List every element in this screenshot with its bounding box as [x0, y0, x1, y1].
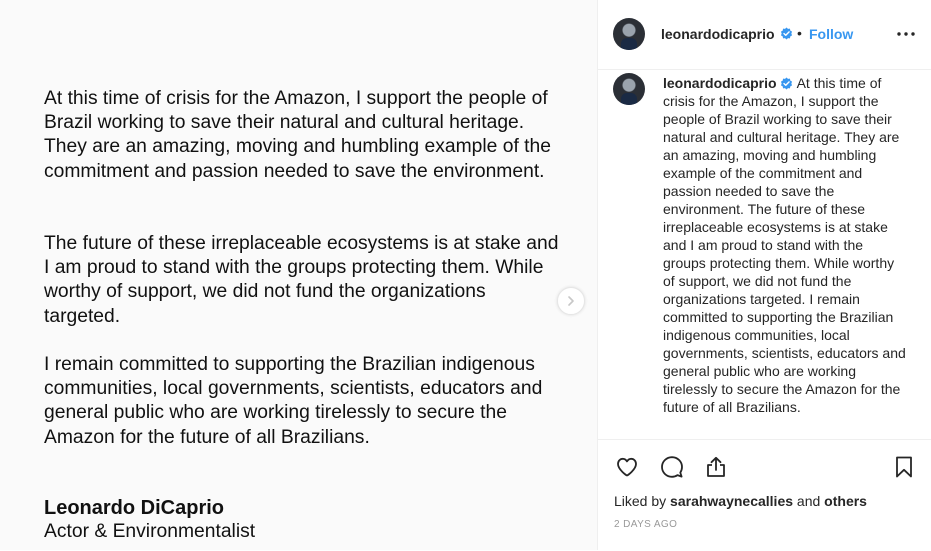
caption-text: At this time of crisis for the Amazon, I… — [663, 75, 906, 415]
post-sidebar: leonardodicaprio • Follow leonardodicapr… — [597, 0, 931, 550]
follow-button[interactable]: Follow — [809, 26, 853, 42]
post-timestamp[interactable]: 2 DAYS AGO — [614, 519, 677, 530]
signature-name: Leonardo DiCaprio — [44, 497, 225, 519]
caption-username[interactable]: leonardodicaprio — [663, 75, 777, 91]
verified-badge-icon — [780, 27, 793, 40]
caption-avatar[interactable] — [613, 73, 645, 105]
chevron-right-icon — [568, 296, 574, 306]
comment-icon[interactable] — [660, 455, 684, 479]
bookmark-icon[interactable] — [892, 455, 916, 479]
post-image: At this time of crisis for the Amazon, I… — [0, 0, 597, 550]
likes-summary: Liked by sarahwaynecallies and others — [614, 493, 867, 509]
caption: leonardodicaprio At this time of crisis … — [663, 74, 907, 416]
signature-title: Actor & Environmentalist — [44, 521, 256, 542]
heart-icon[interactable] — [615, 455, 639, 479]
ellipsis-icon[interactable] — [896, 26, 916, 42]
separator-dot: • — [797, 25, 802, 41]
liked-by-user[interactable]: sarahwaynecallies — [670, 493, 793, 509]
likes-joiner: and — [796, 493, 821, 509]
statement-paragraph-3: I remain committed to supporting the Bra… — [44, 354, 543, 448]
statement-paragraph-1: At this time of crisis for the Amazon, I… — [44, 88, 551, 182]
header-username[interactable]: leonardodicaprio — [661, 26, 775, 42]
avatar[interactable] — [613, 18, 645, 50]
action-bar: Liked by sarahwaynecallies and others 2 … — [598, 439, 931, 551]
share-icon[interactable] — [704, 455, 728, 479]
statement-paragraph-2: The future of these irreplaceable ecosys… — [44, 233, 559, 327]
likes-prefix: Liked by — [614, 493, 667, 509]
likes-others-link[interactable]: others — [824, 493, 867, 509]
carousel-next-button[interactable] — [557, 287, 585, 315]
post-header: leonardodicaprio • Follow — [598, 0, 931, 70]
verified-badge-icon — [781, 77, 793, 90]
